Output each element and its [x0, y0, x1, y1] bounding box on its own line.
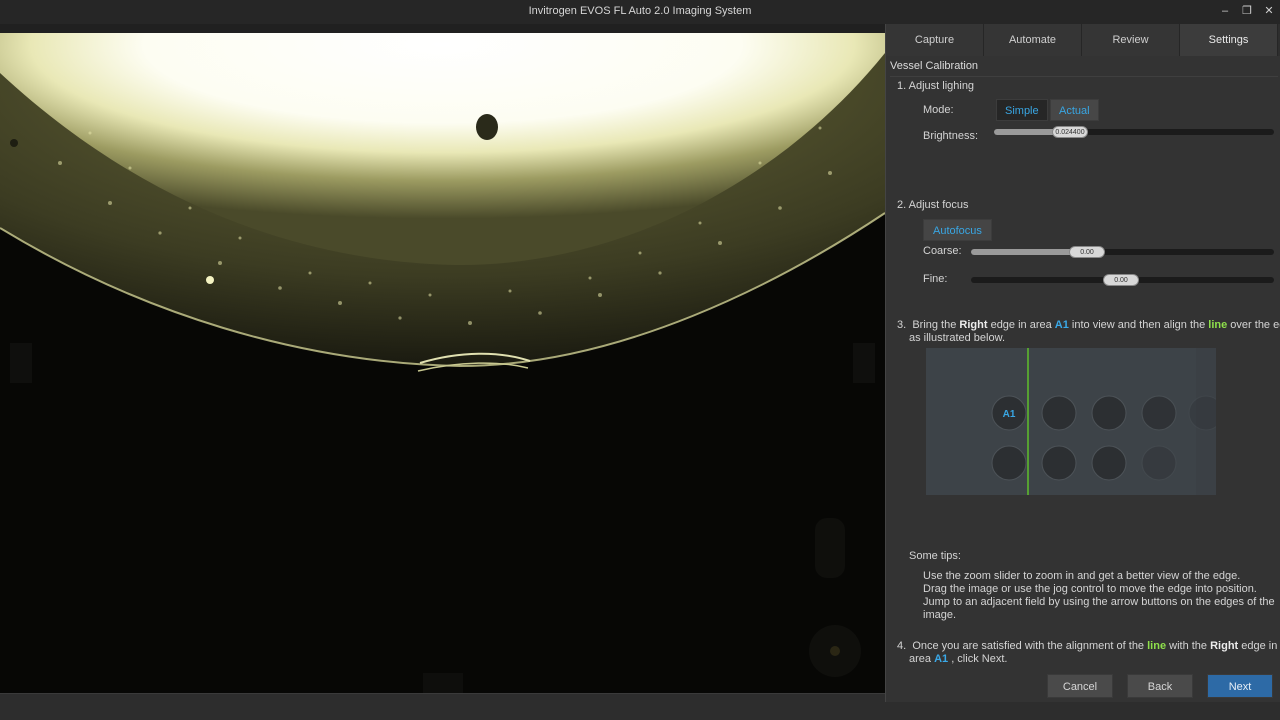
- viewer-top-strip: [0, 24, 885, 33]
- tab-settings[interactable]: Settings: [1180, 24, 1278, 56]
- step4-instruction: 4. Once you are satisfied with the align…: [897, 640, 1277, 652]
- alignment-diagram: A1: [926, 348, 1216, 495]
- window-title: Invitrogen EVOS FL Auto 2.0 Imaging Syst…: [528, 5, 752, 17]
- tab-capture[interactable]: Capture: [886, 24, 984, 56]
- back-button[interactable]: Back: [1127, 674, 1193, 698]
- coarse-slider-thumb[interactable]: 0.00: [1069, 246, 1105, 258]
- tip-line-4: image.: [923, 609, 957, 621]
- step4-text-4: area: [909, 653, 935, 665]
- well-plate-illustration: A1: [926, 348, 1216, 495]
- next-button[interactable]: Next: [1207, 674, 1273, 698]
- step3-text-1: Bring the: [912, 319, 960, 331]
- step3-area: A1: [1054, 319, 1069, 331]
- step3-text-2: edge in area: [987, 319, 1055, 331]
- diagram-well-a1-label: A1: [1003, 409, 1016, 420]
- tip-line-3: Jump to an adjacent field by using the a…: [923, 596, 1275, 608]
- tab-bar: Capture Automate Review Settings: [886, 24, 1280, 56]
- mode-actual-button[interactable]: Actual: [1050, 99, 1099, 121]
- coarse-label: Coarse:: [923, 245, 962, 257]
- step3-text-5: as illustrated below.: [909, 332, 1005, 344]
- step4-text-3: edge in: [1238, 640, 1278, 652]
- brightness-label: Brightness:: [923, 130, 979, 142]
- mode-label: Mode:: [923, 104, 954, 116]
- title-bar: Invitrogen EVOS FL Auto 2.0 Imaging Syst…: [0, 0, 1280, 24]
- section-divider: [890, 76, 1278, 77]
- tab-automate[interactable]: Automate: [984, 24, 1082, 56]
- tip-line-1: Use the zoom slider to zoom in and get a…: [923, 570, 1241, 582]
- tips-title: Some tips:: [909, 550, 961, 562]
- step3-instruction: 3. Bring the Right edge in area A1 into …: [897, 319, 1280, 331]
- cancel-button[interactable]: Cancel: [1047, 674, 1113, 698]
- brightness-slider-thumb[interactable]: 0.024400: [1052, 126, 1088, 138]
- coarse-slider[interactable]: 0.00: [971, 246, 1274, 258]
- step4-area: A1: [934, 653, 949, 665]
- step4-text-1: Once you are satisfied with the alignmen…: [912, 640, 1148, 652]
- step3-text-3: into view and then align the: [1068, 319, 1209, 331]
- maximize-icon[interactable]: ❐: [1236, 2, 1258, 20]
- step4-text-2: with the: [1166, 640, 1211, 652]
- minimize-icon[interactable]: –: [1214, 2, 1236, 20]
- step2-heading: 2. Adjust focus: [897, 199, 969, 211]
- brightness-slider[interactable]: 0.024400: [994, 126, 1274, 138]
- fine-slider-thumb[interactable]: 0.00: [1103, 274, 1139, 286]
- tip-line-2: Drag the image or use the jog control to…: [923, 583, 1257, 595]
- step3-edge: Right: [959, 319, 988, 331]
- step1-heading: 1. Adjust lighing: [897, 80, 975, 92]
- step4-edge: Right: [1210, 640, 1239, 652]
- fine-label: Fine:: [923, 273, 948, 285]
- step4-line: line: [1147, 640, 1167, 652]
- section-title: Vessel Calibration: [890, 60, 979, 72]
- step4-text-5: , click Next.: [948, 653, 1008, 665]
- mode-simple-button[interactable]: Simple: [996, 99, 1048, 121]
- fine-slider[interactable]: 0.00: [971, 274, 1274, 286]
- tab-review[interactable]: Review: [1082, 24, 1180, 56]
- step3-line: line: [1208, 319, 1228, 331]
- step4-line-2: area A1 , click Next.: [909, 653, 1007, 665]
- autofocus-button[interactable]: Autofocus: [923, 219, 992, 241]
- settings-panel: Capture Automate Review Settings Vessel …: [885, 24, 1280, 702]
- microscope-image: [0, 33, 885, 693]
- step4-number: 4.: [897, 640, 907, 652]
- step3-text-4: over the edge: [1230, 319, 1280, 331]
- close-icon[interactable]: ✕: [1258, 2, 1280, 20]
- step3-number: 3.: [897, 319, 907, 331]
- live-image-viewer[interactable]: [0, 33, 885, 693]
